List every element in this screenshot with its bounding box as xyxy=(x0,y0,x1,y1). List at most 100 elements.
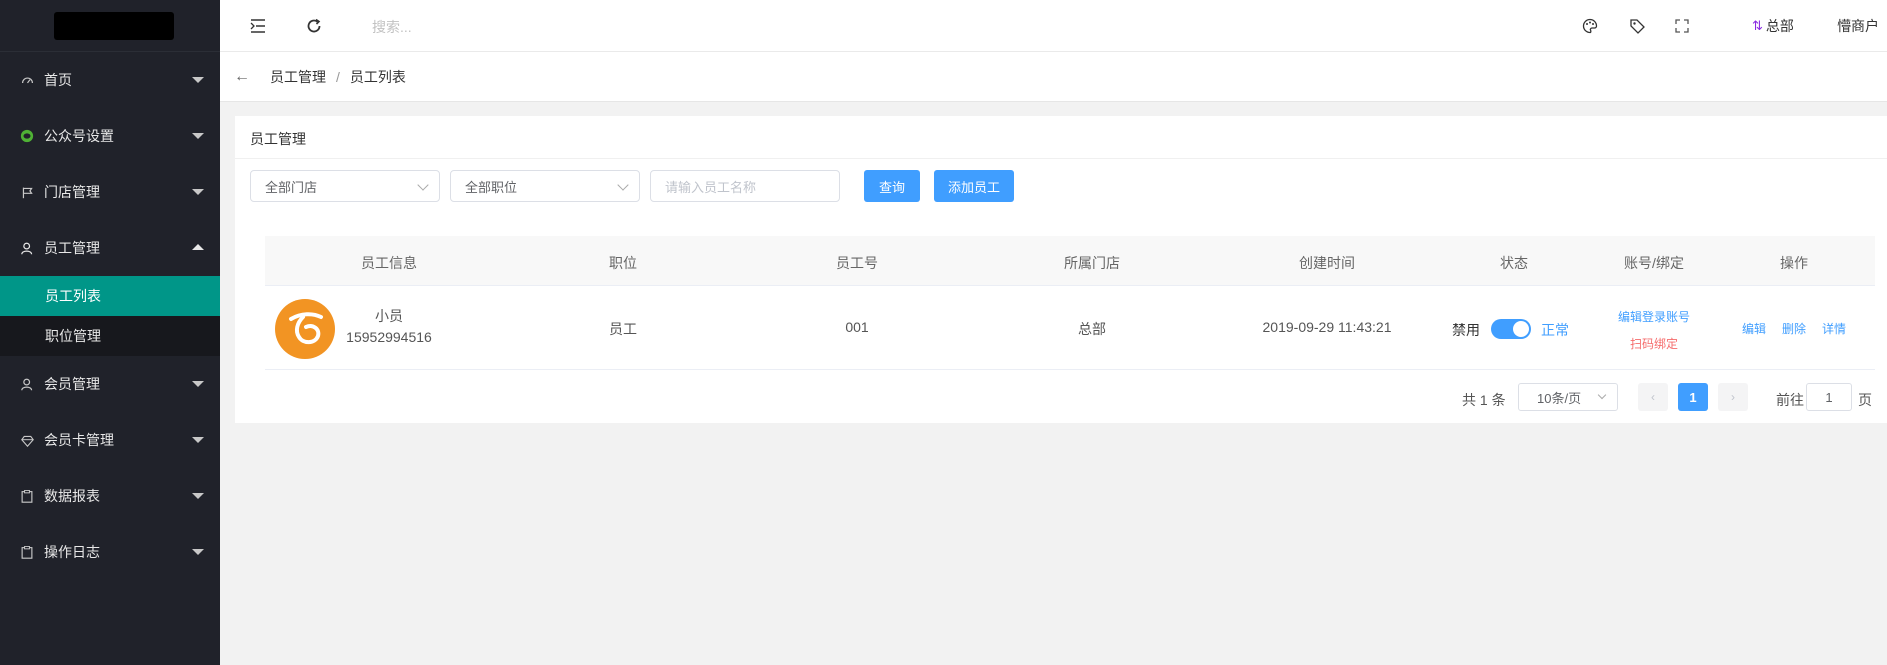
goto-label: 前往 xyxy=(1776,392,1804,408)
search-input[interactable]: 搜索... xyxy=(372,17,412,37)
table-header: 员工信息 职位 员工号 所属门店 创建时间 状态 账号/绑定 操作 xyxy=(265,236,1875,286)
panel-title: 员工管理 xyxy=(250,131,306,147)
staff-submenu: 员工列表 职位管理 xyxy=(0,276,220,356)
chevron-down-icon xyxy=(192,133,204,139)
column-header: 所属门店 xyxy=(1064,255,1120,271)
sidebar-item-wechat[interactable]: 公众号设置 xyxy=(0,108,220,164)
sidebar-item-staff[interactable]: 员工管理 xyxy=(0,220,220,276)
page-size-value: 10条/页 xyxy=(1537,390,1582,406)
next-page-button[interactable]: › xyxy=(1718,383,1748,411)
column-header: 账号/绑定 xyxy=(1624,255,1684,271)
chevron-down-icon xyxy=(1597,390,1607,400)
column-header: 操作 xyxy=(1780,255,1808,271)
divider xyxy=(235,158,1887,159)
staff-name: 小员 xyxy=(375,308,403,324)
staff-store: 总部 xyxy=(1078,321,1106,337)
position-select[interactable]: 全部职位 xyxy=(450,170,640,202)
logo-area xyxy=(0,0,220,52)
store-switcher[interactable]: ⇅ 总部 xyxy=(1752,16,1794,36)
sidebar: 首页 公众号设置 门店管理 员工管理 员工列表 职位管理 会员管理 会员卡管理 … xyxy=(0,0,220,665)
page-number-current[interactable]: 1 xyxy=(1678,383,1708,411)
column-header: 员工信息 xyxy=(361,255,417,271)
sidebar-item-home[interactable]: 首页 xyxy=(0,52,220,108)
breadcrumb-item: 员工列表 xyxy=(349,68,406,85)
goto-page-input[interactable]: 1 xyxy=(1806,383,1852,411)
sidebar-item-label: 数据报表 xyxy=(44,488,100,504)
column-header: 状态 xyxy=(1500,255,1528,271)
sidebar-subitem-staff-list[interactable]: 员工列表 xyxy=(0,276,220,316)
breadcrumb-item[interactable]: 员工管理 xyxy=(270,67,326,87)
chevron-down-icon xyxy=(192,549,204,555)
sidebar-item-label: 公众号设置 xyxy=(44,128,114,144)
query-button[interactable]: 查询 xyxy=(864,170,920,202)
column-header: 员工号 xyxy=(836,255,878,271)
breadcrumb-separator: / xyxy=(336,68,340,85)
staff-table: 员工信息 职位 员工号 所属门店 创建时间 状态 账号/绑定 操作 小员 159… xyxy=(265,236,1875,370)
sidebar-item-label: 员工管理 xyxy=(44,240,100,256)
user-icon xyxy=(20,377,34,391)
diamond-icon xyxy=(20,433,34,447)
chevron-down-icon xyxy=(192,77,204,83)
user-icon xyxy=(20,241,34,255)
avatar-logo-icon xyxy=(289,312,323,345)
prev-page-button[interactable]: ‹ xyxy=(1638,383,1668,411)
clipboard-icon xyxy=(20,545,34,559)
store-label: 总部 xyxy=(1765,18,1794,34)
user-menu[interactable]: 懵商户 xyxy=(1837,16,1879,36)
page-suffix: 页 xyxy=(1858,392,1872,408)
sidebar-item-label: 会员管理 xyxy=(44,376,100,392)
column-header: 职位 xyxy=(609,255,637,271)
palette-icon[interactable] xyxy=(1580,16,1600,36)
sidebar-item-label: 首页 xyxy=(44,72,72,88)
sidebar-subitem-positions[interactable]: 职位管理 xyxy=(0,316,220,356)
avatar xyxy=(275,299,335,359)
delete-link[interactable]: 删除 xyxy=(1782,320,1806,337)
arrow-left-icon[interactable]: ← xyxy=(234,68,250,86)
sidebar-item-reports[interactable]: 数据报表 xyxy=(0,468,220,524)
tag-icon[interactable] xyxy=(1627,16,1647,36)
clipboard-icon xyxy=(20,489,34,503)
staff-panel: 员工管理 全部门店 全部职位 请输入员工名称 查询 添加员工 员工信息 职位 员… xyxy=(235,116,1887,423)
sidebar-item-stores[interactable]: 门店管理 xyxy=(0,164,220,220)
logo xyxy=(54,12,174,40)
sidebar-item-label: 门店管理 xyxy=(44,184,100,200)
store-select[interactable]: 全部门店 xyxy=(250,170,440,202)
refresh-icon[interactable] xyxy=(304,16,324,36)
gauge-icon xyxy=(20,73,34,87)
position-select-value: 全部职位 xyxy=(465,179,518,195)
staff-phone: 15952994516 xyxy=(346,329,432,345)
name-search-placeholder: 请输入员工名称 xyxy=(665,179,757,195)
edit-login-link[interactable]: 编辑登录账号 xyxy=(1618,308,1690,325)
sidebar-item-member-cards[interactable]: 会员卡管理 xyxy=(0,412,220,468)
table-row: 小员 15952994516 员工 001 总部 2019-09-29 11:4… xyxy=(265,286,1875,370)
page-size-select[interactable]: 10条/页 xyxy=(1518,383,1618,411)
chevron-down-icon xyxy=(617,179,629,191)
chevron-down-icon xyxy=(192,493,204,499)
store-select-value: 全部门店 xyxy=(265,179,318,195)
chevron-down-icon xyxy=(417,179,429,191)
staff-number: 001 xyxy=(845,319,869,335)
menu-collapse-icon[interactable] xyxy=(248,16,268,36)
add-staff-button[interactable]: 添加员工 xyxy=(934,170,1014,202)
top-header: 搜索... ⇅ 总部 懵商户 xyxy=(220,0,1887,52)
status-on-label: 正常 xyxy=(1541,322,1569,338)
pagination-total: 共 1 条 xyxy=(1462,392,1506,408)
user-label: 懵商户 xyxy=(1837,18,1879,34)
sidebar-item-logs[interactable]: 操作日志 xyxy=(0,524,220,580)
status-off-label: 禁用 xyxy=(1452,322,1480,338)
fullscreen-icon[interactable] xyxy=(1672,16,1692,36)
status-toggle[interactable] xyxy=(1491,319,1531,339)
toggle-knob xyxy=(1513,321,1529,337)
edit-link[interactable]: 编辑 xyxy=(1742,320,1766,337)
created-time: 2019-09-29 11:43:21 xyxy=(1262,319,1392,335)
detail-link[interactable]: 详情 xyxy=(1822,320,1846,337)
breadcrumb: ← 员工管理 / 员工列表 xyxy=(220,52,1887,102)
scan-bind-link[interactable]: 扫码绑定 xyxy=(1630,335,1678,352)
wechat-icon xyxy=(20,129,34,143)
switch-icon: ⇅ xyxy=(1752,18,1763,33)
sidebar-item-label: 操作日志 xyxy=(44,544,100,560)
sidebar-item-members[interactable]: 会员管理 xyxy=(0,356,220,412)
name-search-input[interactable]: 请输入员工名称 xyxy=(650,170,840,202)
flag-icon xyxy=(20,185,34,199)
chevron-down-icon xyxy=(192,189,204,195)
